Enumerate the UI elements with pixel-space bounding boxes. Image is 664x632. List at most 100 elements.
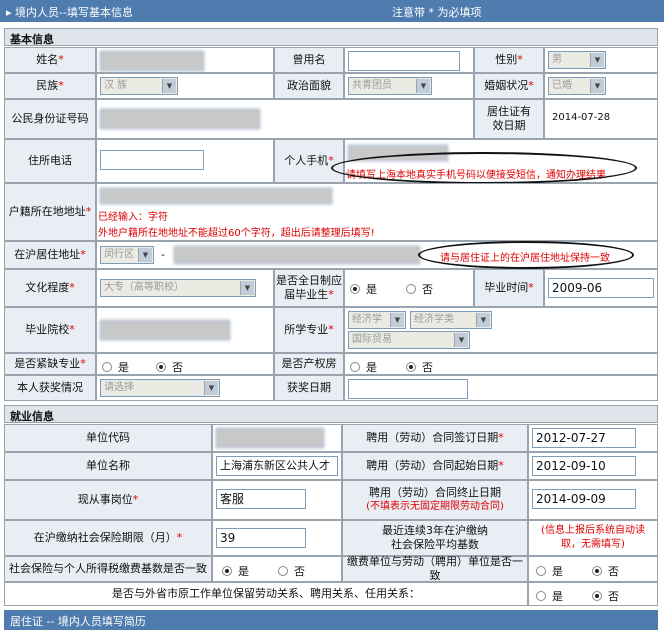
hukou-label: 户籍所在地地址 * — [4, 183, 96, 241]
fulltime-yes-radio[interactable]: 是 — [350, 281, 377, 297]
unit-code-label: 单位代码 — [4, 424, 212, 452]
chevron-down-icon: ▼ — [590, 79, 604, 93]
hukou-input[interactable] — [100, 188, 332, 204]
education-select[interactable]: 大专（高等职校） ▼ — [100, 279, 256, 297]
section-employment-title: 就业信息 — [4, 405, 658, 423]
ethnicity-select[interactable]: 汉 族 ▼ — [100, 77, 178, 95]
insurance-months-input[interactable]: 39 — [216, 528, 306, 548]
payer-consistent-yes-radio[interactable]: 是 — [536, 563, 563, 579]
section-basic-title: 基本信息 — [4, 28, 658, 46]
unit-code-input[interactable] — [216, 428, 324, 448]
prior-relation-no-radio[interactable]: 否 — [592, 588, 619, 604]
grad-time-label: 毕业时间 * — [474, 269, 544, 307]
radio-unselected-icon — [406, 284, 416, 294]
property-label: 是否产权房 — [274, 353, 344, 375]
payer-consistent-label: 缴费单位与劳动（聘用）单位是否一致 — [342, 555, 528, 582]
chevron-down-icon: ▼ — [204, 381, 218, 395]
shortage-yes-radio[interactable]: 是 — [102, 359, 129, 375]
major-select[interactable]: 国际贸易 ▼ — [348, 331, 470, 349]
marital-select[interactable]: 已婚 ▼ — [548, 77, 606, 95]
politics-select[interactable]: 共青团员 ▼ — [348, 77, 432, 95]
fulltime-label: 是否全日制应届毕业生* — [274, 269, 344, 307]
permit-expiry-label: 居住证有效日期 — [474, 99, 544, 139]
chevron-down-icon: ▼ — [454, 333, 468, 347]
annotation-oval — [418, 241, 634, 269]
shortage-label: 是否紧缺专业 * — [4, 353, 96, 375]
radio-unselected-icon — [536, 566, 546, 576]
gender-label: 性别 * — [474, 47, 544, 73]
name-input[interactable] — [100, 51, 204, 71]
radio-selected-icon — [592, 566, 602, 576]
radio-selected-icon — [222, 566, 232, 576]
permit-expiry-value: 2014-07-28 — [552, 112, 611, 123]
chevron-down-icon: ▼ — [590, 53, 604, 67]
major-label: 所学专业 * — [274, 307, 344, 353]
title-bar: ▸ 境内人员--填写基本信息 注意带 * 为必填项 — [0, 0, 664, 22]
chevron-down-icon: ▼ — [476, 313, 490, 327]
tax-consistent-yes-radio[interactable]: 是 — [222, 563, 249, 579]
chevron-down-icon: ▼ — [162, 79, 176, 93]
avg-base-hint: (信息上报后系统自动读取，无需填写) — [528, 520, 658, 556]
id-number-label: 公民身份证号码 — [4, 99, 96, 139]
gender-select[interactable]: 男 ▼ — [548, 51, 606, 69]
sh-address-label: 在沪居住地址 * — [4, 241, 96, 269]
payer-consistent-no-radio[interactable]: 否 — [592, 563, 619, 579]
avg-base-label: 最近连续3年在沪缴纳社会保险平均基数 — [342, 520, 528, 556]
former-name-input[interactable] — [348, 51, 460, 71]
required-note: 注意带 * 为必填项 — [392, 6, 482, 19]
radio-unselected-icon — [350, 362, 360, 372]
major-subcategory-select[interactable]: 经济学类 ▼ — [410, 311, 492, 329]
marital-label: 婚姻状况 * — [474, 73, 544, 99]
contract-start-input[interactable]: 2012-09-10 — [532, 456, 636, 476]
contract-end-label: 聘用（劳动）合同终止日期 (不填表示无固定期限劳动合同) — [342, 480, 528, 520]
radio-selected-icon — [156, 362, 166, 372]
prior-relation-label: 是否与外省市原工作单位保留劳动关系、聘用关系、任用关系： — [4, 582, 528, 606]
former-name-label: 曾用名 — [274, 47, 344, 73]
footer-bar: 居住证 -- 境内人员填写简历 — [4, 610, 658, 630]
chevron-down-icon: ▼ — [416, 79, 430, 93]
chevron-down-icon: ▼ — [390, 313, 404, 327]
shortage-no-radio[interactable]: 否 — [156, 359, 183, 375]
school-input[interactable] — [100, 320, 230, 340]
annotation-oval — [331, 152, 637, 184]
tax-consistent-label: 社会保险与个人所得税缴费基数是否一致 — [4, 556, 212, 582]
radio-selected-icon — [592, 591, 602, 601]
contract-end-input[interactable]: 2014-09-09 — [532, 489, 636, 509]
radio-selected-icon — [406, 362, 416, 372]
radio-selected-icon — [350, 284, 360, 294]
ethnicity-label: 民族 * — [4, 73, 96, 99]
award-date-input[interactable] — [348, 379, 468, 399]
position-input[interactable]: 客服 — [216, 489, 306, 509]
contract-sign-label: 聘用（劳动）合同签订日期 * — [342, 424, 528, 452]
contract-end-note: (不填表示无固定期限劳动合同) — [366, 501, 504, 512]
page-title: ▸ 境内人员--填写基本信息 — [6, 6, 133, 19]
radio-unselected-icon — [278, 566, 288, 576]
fulltime-no-radio[interactable]: 否 — [406, 281, 433, 297]
district-select[interactable]: 闵行区 ▼ — [100, 246, 154, 264]
home-phone-label: 住所电话 — [4, 139, 96, 183]
chevron-down-icon: ▼ — [138, 248, 152, 262]
insurance-months-label: 在沪缴纳社会保险期限（月） * — [4, 520, 212, 556]
property-no-radio[interactable]: 否 — [406, 359, 433, 375]
education-label: 文化程度 * — [4, 269, 96, 307]
radio-unselected-icon — [102, 362, 112, 372]
award-date-label: 获奖日期 — [274, 375, 344, 401]
grad-time-input[interactable]: 2009-06 — [548, 278, 654, 298]
hukou-char-count: 已经输入：字符 — [98, 212, 168, 223]
property-yes-radio[interactable]: 是 — [350, 359, 377, 375]
sh-address-input[interactable] — [174, 246, 420, 264]
prior-relation-yes-radio[interactable]: 是 — [536, 588, 563, 604]
tax-consistent-no-radio[interactable]: 否 — [278, 563, 305, 579]
contract-start-label: 聘用（劳动）合同起始日期 * — [342, 452, 528, 480]
contract-sign-input[interactable]: 2012-07-27 — [532, 428, 636, 448]
school-label: 毕业院校 * — [4, 307, 96, 353]
id-number-input[interactable] — [100, 109, 260, 129]
hukou-limit-hint: 外地户籍所在地地址不能超过60个字符，超出后请整理后填写! — [98, 228, 375, 239]
radio-unselected-icon — [536, 591, 546, 601]
major-category-select[interactable]: 经济学 ▼ — [348, 311, 406, 329]
award-select[interactable]: 请选择 ▼ — [100, 379, 220, 397]
unit-name-input[interactable]: 上海浦东新区公共人才 — [216, 456, 338, 476]
award-label: 本人获奖情况 — [4, 375, 96, 401]
name-label: 姓名 * — [4, 47, 96, 73]
home-phone-input[interactable] — [100, 150, 204, 170]
